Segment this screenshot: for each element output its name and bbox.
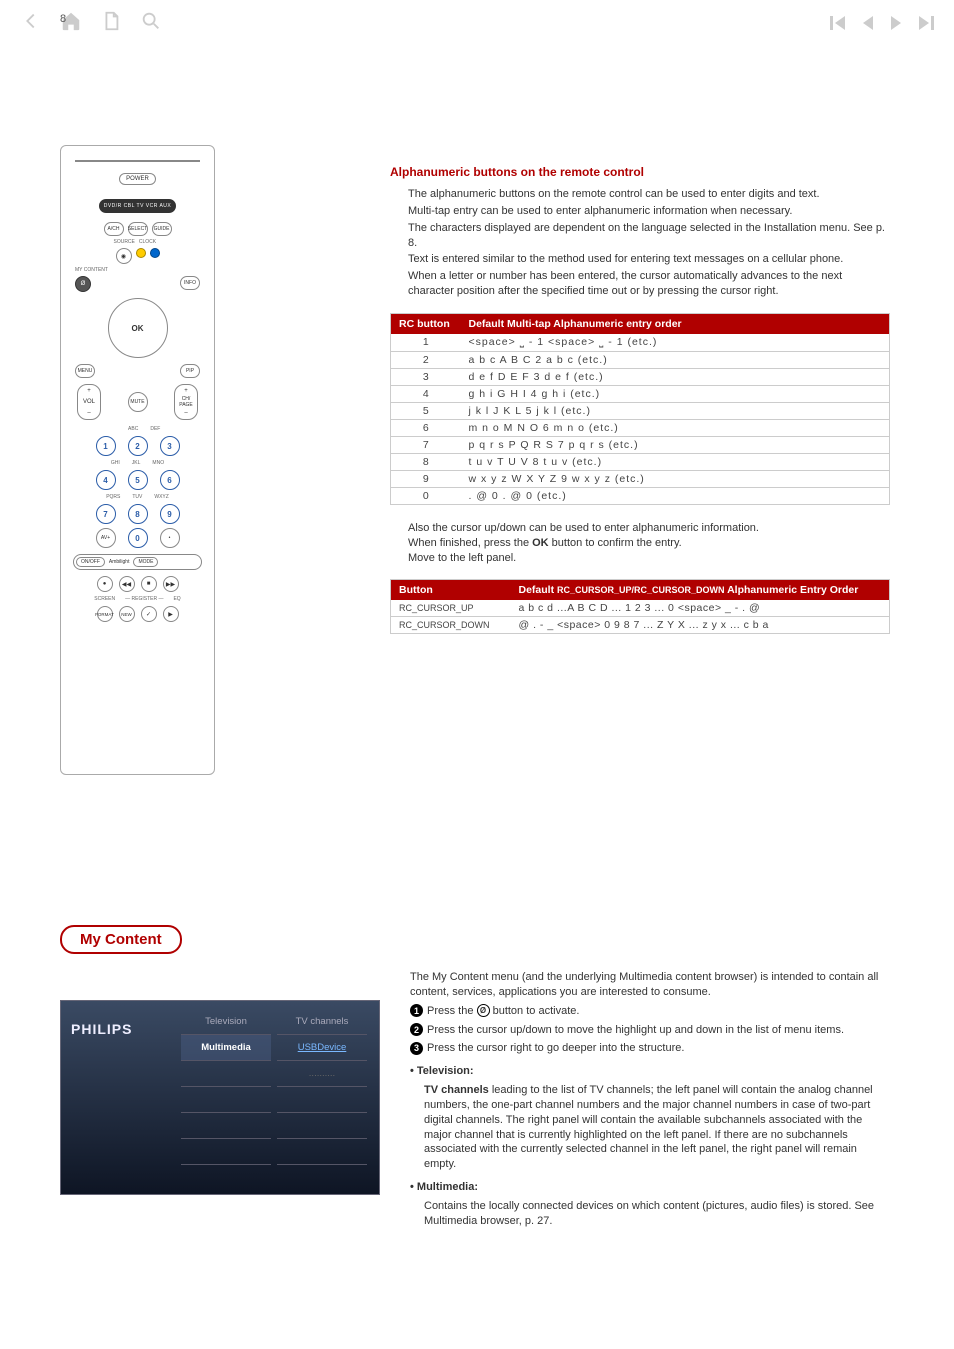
tv-ui-screenshot: PHILIPS Television Multimedia TV channel… <box>60 1000 380 1195</box>
select-button: SELECT <box>128 222 148 236</box>
table-row: 7p q r s P Q R S 7 p q r s (etc.) <box>391 436 890 453</box>
ch-rocker: +CH/ PAGE– <box>174 384 198 420</box>
guide-button: GUIDE <box>152 222 172 236</box>
menu-button: MENU <box>75 364 95 378</box>
step-3-icon: 3 <box>410 1042 423 1055</box>
table-row: RC_CURSOR_DOWN@ . - _ <space> 0 9 8 7 ..… <box>391 617 890 634</box>
mycontent-text: The My Content menu (and the underlying … <box>410 970 890 1233</box>
table-row: 4g h i G H I 4 g h i (etc.) <box>391 385 890 402</box>
transport-row: ●◀◀■▶▶ <box>69 576 206 592</box>
mute-button: MUTE <box>128 392 148 412</box>
tv-left-item: Television <box>181 1009 271 1035</box>
vol-rocker: +VOL– <box>77 384 101 420</box>
nav-next-icon[interactable] <box>891 16 901 30</box>
multimedia-head: • Multimedia: <box>410 1180 890 1195</box>
ambilight-bar: ON/OFF Ambilight MODE <box>73 554 202 570</box>
table-row: 3d e f D E F 3 d e f (etc.) <box>391 368 890 385</box>
tv-right-item: TV channels <box>277 1009 367 1035</box>
tv-right-item: USBDevice <box>277 1035 367 1061</box>
yellow-button <box>136 248 146 258</box>
table-row: 9w x y z W X Y Z 9 w x y z (etc.) <box>391 470 890 487</box>
remote-illustration: POWER DVD/R CBL TV VCR AUX A/CH SELECT G… <box>60 145 215 775</box>
back-arrow-icon[interactable] <box>20 10 42 35</box>
tv-right-item: .......... <box>277 1061 367 1087</box>
table-row: 6m n o M N O 6 m n o (etc.) <box>391 419 890 436</box>
table-row: RC_CURSOR_UPa b c d ...A B C D ... 1 2 3… <box>391 600 890 617</box>
multitap-table: RC button Default Multi-tap Alphanumeric… <box>390 313 890 505</box>
power-button: POWER <box>119 173 156 185</box>
television-head: • Television: <box>410 1064 890 1079</box>
page-number: 8 <box>60 13 66 25</box>
tv-left-item: Multimedia <box>181 1035 271 1061</box>
table-h1: RC button <box>391 313 461 334</box>
table-h2: Default Multi-tap Alphanumeric entry ord… <box>461 313 890 334</box>
table-row: 0. @ 0 . @ 0 (etc.) <box>391 487 890 504</box>
table-row: 8t u v T U V 8 t u v (etc.) <box>391 453 890 470</box>
ok-button: OK <box>108 298 168 358</box>
ach-button: A/CH <box>104 222 124 236</box>
ctable-h1: Button <box>391 580 511 601</box>
search-icon[interactable] <box>140 10 162 35</box>
document-icon[interactable] <box>100 10 122 35</box>
alpha-body: The alphanumeric buttons on the remote c… <box>408 187 890 299</box>
cursor-table: Button Default RC_CURSOR_UP/RC_CURSOR_DO… <box>390 579 890 634</box>
section-heading-alphanumeric: Alphanumeric buttons on the remote contr… <box>390 165 890 179</box>
step-1-icon: 1 <box>410 1004 423 1017</box>
nav-prev-icon[interactable] <box>863 16 873 30</box>
table-row: 2a b c A B C 2 a b c (etc.) <box>391 351 890 368</box>
nav-last-icon[interactable] <box>919 16 934 30</box>
table-row: 1<space> ⎵ - 1 <space> ⎵ - 1 (etc.) <box>391 334 890 352</box>
step-2-icon: 2 <box>410 1023 423 1036</box>
table-row: 5j k l J K L 5 j k l (etc.) <box>391 402 890 419</box>
blue-button <box>150 248 160 258</box>
pip-button: PIP <box>180 364 200 378</box>
info-button: INFO <box>180 276 200 290</box>
mode-bar: DVD/R CBL TV VCR AUX <box>99 199 177 213</box>
ctable-h2: Default RC_CURSOR_UP/RC_CURSOR_DOWN Alph… <box>511 580 890 601</box>
top-toolbar <box>0 0 954 55</box>
cursor-intro: Also the cursor up/down can be used to e… <box>408 521 890 566</box>
mycontent-button: Ø <box>75 276 91 292</box>
mycontent-badge: My Content <box>60 925 182 954</box>
philips-logo: PHILIPS <box>71 1021 132 1037</box>
mycontent-button-icon: Ø <box>477 1004 490 1017</box>
nav-first-icon[interactable] <box>830 16 845 30</box>
